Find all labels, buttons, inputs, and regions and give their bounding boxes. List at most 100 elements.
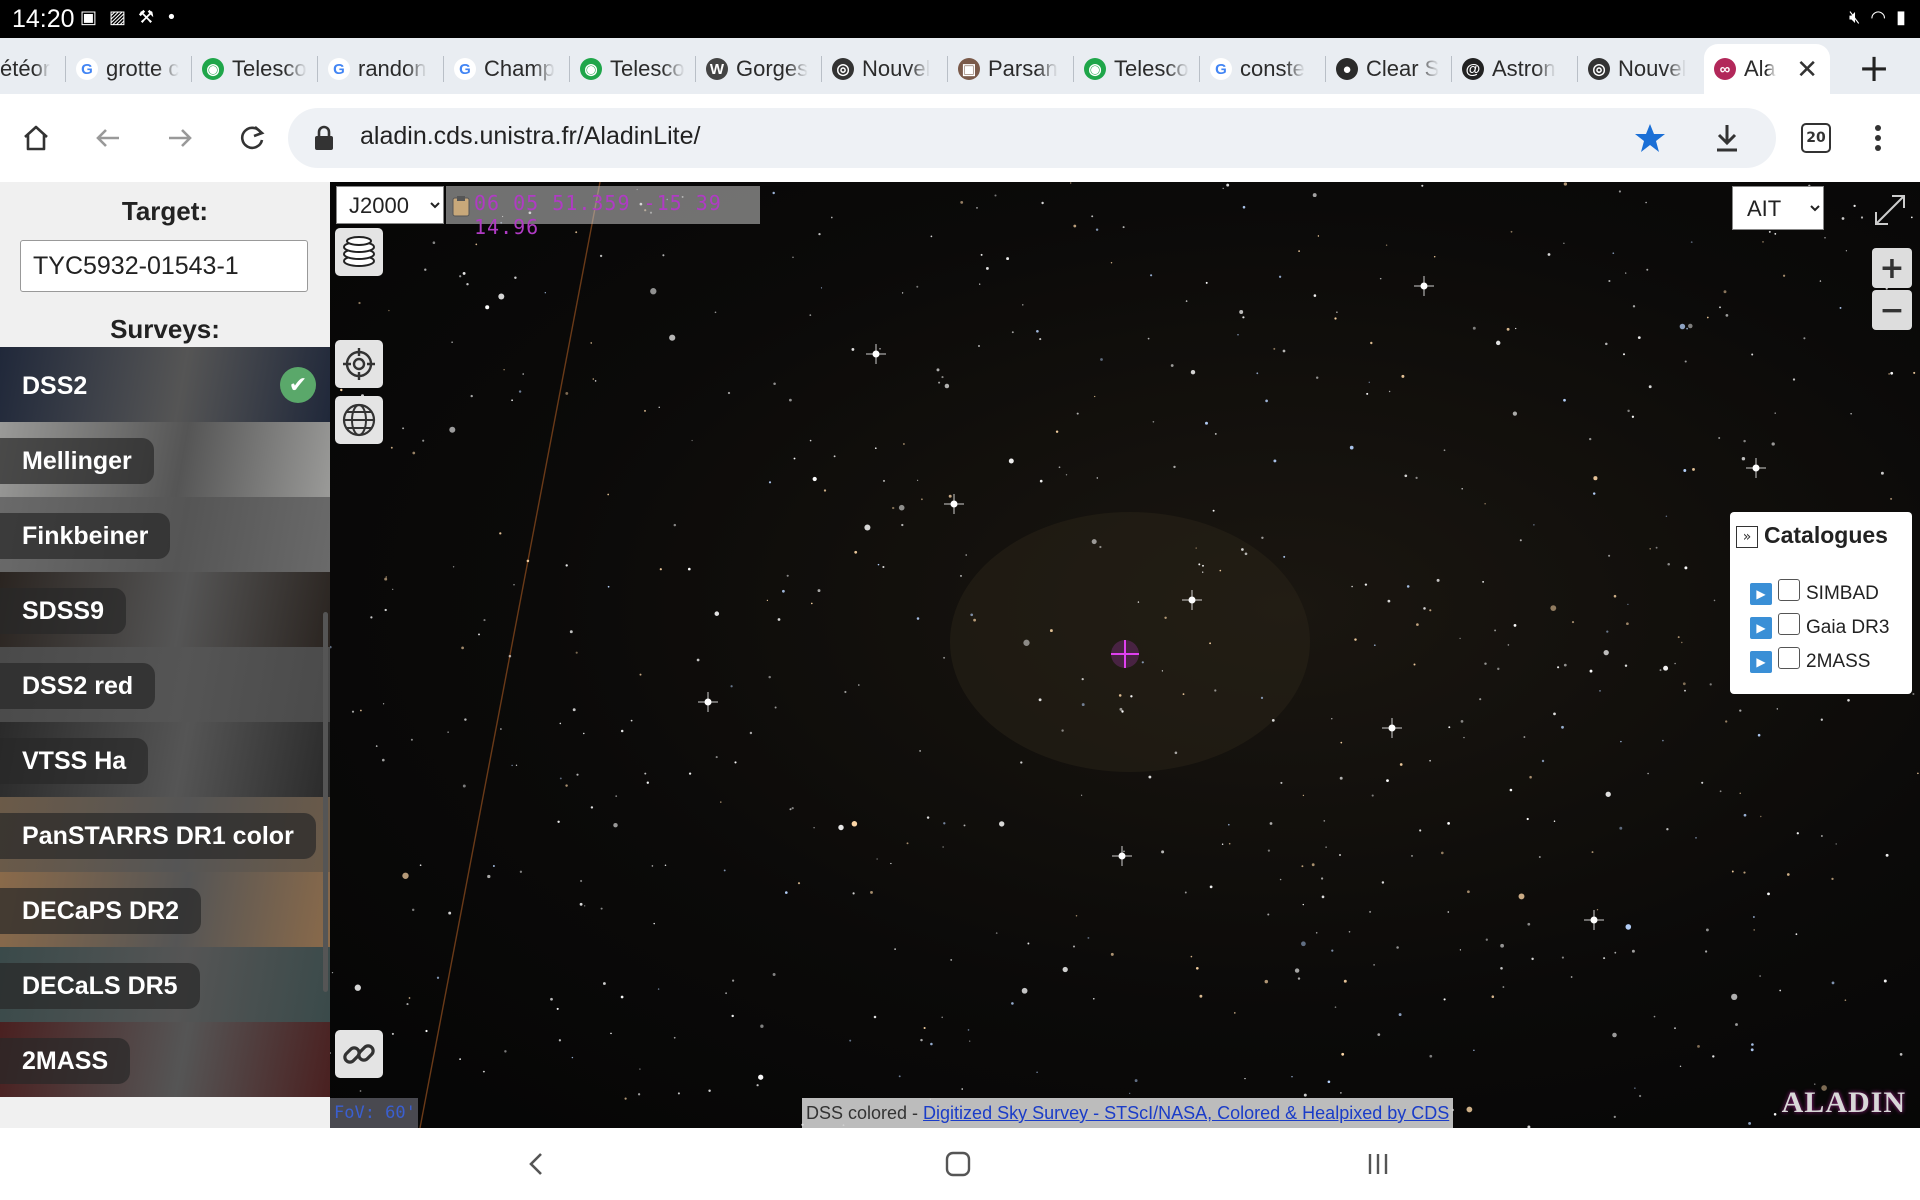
catalogues-panel: » Catalogues ▶ SIMBAD ▶ Gaia DR3 ▶ 2MASS	[1730, 512, 1912, 694]
star	[942, 846, 944, 848]
nav-recents-button[interactable]	[1358, 1146, 1398, 1182]
tab-8[interactable]: ◎ Nouvel	[822, 44, 946, 94]
new-tab-button[interactable]: +	[1846, 46, 1902, 90]
star	[1406, 585, 1410, 588]
tab-14[interactable]: ◎ Nouvel	[1578, 44, 1702, 94]
fullscreen-icon[interactable]	[1872, 192, 1908, 228]
star	[919, 749, 922, 752]
star	[1553, 712, 1556, 716]
tab-5[interactable]: G Champ	[444, 44, 568, 94]
close-tab-icon[interactable]: ✕	[1796, 54, 1818, 85]
tab-switcher-button[interactable]: 20	[1794, 116, 1838, 160]
survey-2mass[interactable]: 2MASS	[0, 1022, 330, 1097]
star	[1618, 190, 1621, 193]
projection-select[interactable]: AIT	[1732, 186, 1824, 230]
galaxy-favicon-icon: @	[1462, 58, 1484, 80]
menu-button[interactable]	[1856, 116, 1900, 160]
clipboard-icon[interactable]	[452, 195, 470, 217]
zoom-in-button[interactable]: +	[1872, 248, 1912, 288]
star	[1269, 822, 1273, 825]
scrollbar[interactable]	[323, 612, 328, 992]
star	[1774, 232, 1777, 235]
reload-button[interactable]	[230, 116, 274, 160]
star	[392, 588, 394, 590]
target-input[interactable]	[20, 240, 308, 292]
survey-mellinger[interactable]: Mellinger	[0, 422, 330, 497]
star	[1692, 467, 1695, 471]
layers-button[interactable]	[335, 228, 383, 276]
play-icon[interactable]: ▶	[1750, 651, 1772, 673]
survey-dss2[interactable]: DSS2 ✔	[0, 347, 330, 422]
tab-6[interactable]: ◉ Telesco	[570, 44, 694, 94]
star	[1008, 458, 1014, 464]
survey-decaps-dr2[interactable]: DECaPS DR2	[0, 872, 330, 947]
star	[571, 1056, 574, 1059]
star	[923, 1026, 926, 1030]
frame-select[interactable]: J2000	[336, 186, 444, 224]
star	[615, 795, 618, 797]
star	[1491, 995, 1495, 998]
tab-4[interactable]: Grandon	[318, 44, 442, 94]
star	[1334, 317, 1337, 320]
tab-2[interactable]: Ggrotte c	[66, 44, 190, 94]
tab-11[interactable]: Gconste	[1200, 44, 1324, 94]
survey-decals-dr5[interactable]: DECaLS DR5	[0, 947, 330, 1022]
nav-home-button[interactable]	[938, 1146, 978, 1182]
collapse-icon[interactable]: »	[1736, 526, 1758, 548]
tab-7[interactable]: W Gorges	[696, 44, 820, 94]
catalogue-checkbox[interactable]	[1778, 647, 1800, 669]
play-icon[interactable]: ▶	[1750, 617, 1772, 639]
survey-dss2-red[interactable]: DSS2 red	[0, 647, 330, 722]
star	[580, 879, 583, 883]
star	[594, 380, 597, 382]
bookmark-star-icon[interactable]	[1634, 122, 1666, 154]
star	[1500, 967, 1503, 970]
catalogue-checkbox[interactable]	[1778, 613, 1800, 635]
star	[1273, 347, 1276, 350]
star	[1339, 776, 1343, 780]
catalogue-2mass: ▶ 2MASS	[1750, 647, 1870, 676]
star	[1529, 775, 1532, 779]
star	[1058, 466, 1061, 469]
survey-vtss-ha[interactable]: VTSS Ha	[0, 722, 330, 797]
attribution-link[interactable]: Digitized Sky Survey - STScI/NASA, Color…	[923, 1103, 1449, 1123]
star	[1631, 415, 1635, 418]
tab-15[interactable]: ∞ Ala ✕	[1704, 44, 1830, 94]
target-button[interactable]	[335, 340, 383, 388]
star	[1351, 585, 1353, 588]
star	[1686, 327, 1688, 330]
tab-13[interactable]: @ Astron	[1452, 44, 1576, 94]
survey-sdss9[interactable]: SDSS9	[0, 572, 330, 647]
star	[1459, 949, 1462, 951]
play-icon[interactable]: ▶	[1750, 583, 1772, 605]
tab-1[interactable]: étéor	[0, 44, 66, 94]
star	[1436, 578, 1440, 582]
attribution-prefix: DSS colored -	[806, 1103, 924, 1123]
nav-back-button[interactable]	[516, 1146, 556, 1182]
star	[730, 685, 733, 688]
star	[864, 524, 871, 531]
survey-panstarrs-dr1-color[interactable]: PanSTARRS DR1 color	[0, 797, 330, 872]
survey-finkbeiner[interactable]: Finkbeiner	[0, 497, 330, 572]
sky-view[interactable]: J2000 06 05 51.359 -15 39 14.96 AIT + − …	[330, 182, 1920, 1128]
star	[1625, 272, 1627, 274]
back-button[interactable]	[86, 116, 130, 160]
star	[1182, 693, 1185, 696]
tab-12[interactable]: ● Clear S	[1326, 44, 1450, 94]
catalogue-checkbox[interactable]	[1778, 579, 1800, 601]
share-link-button[interactable]	[335, 1030, 383, 1078]
star	[644, 772, 647, 775]
tab-9[interactable]: ▣ Parsan	[948, 44, 1072, 94]
home-button[interactable]	[14, 116, 58, 160]
grid-button[interactable]	[335, 396, 383, 444]
star	[789, 398, 792, 402]
tab-10[interactable]: ◉ Telesco	[1074, 44, 1198, 94]
star	[526, 559, 530, 563]
forward-button[interactable]	[158, 116, 202, 160]
star	[1237, 334, 1239, 336]
zoom-out-button[interactable]: −	[1872, 290, 1912, 330]
address-bar[interactable]: aladin.cds.unistra.fr/AladinLite/	[288, 108, 1776, 168]
tab-3[interactable]: ◉ Telesco	[192, 44, 316, 94]
download-icon[interactable]	[1712, 122, 1742, 154]
star	[1459, 637, 1461, 640]
